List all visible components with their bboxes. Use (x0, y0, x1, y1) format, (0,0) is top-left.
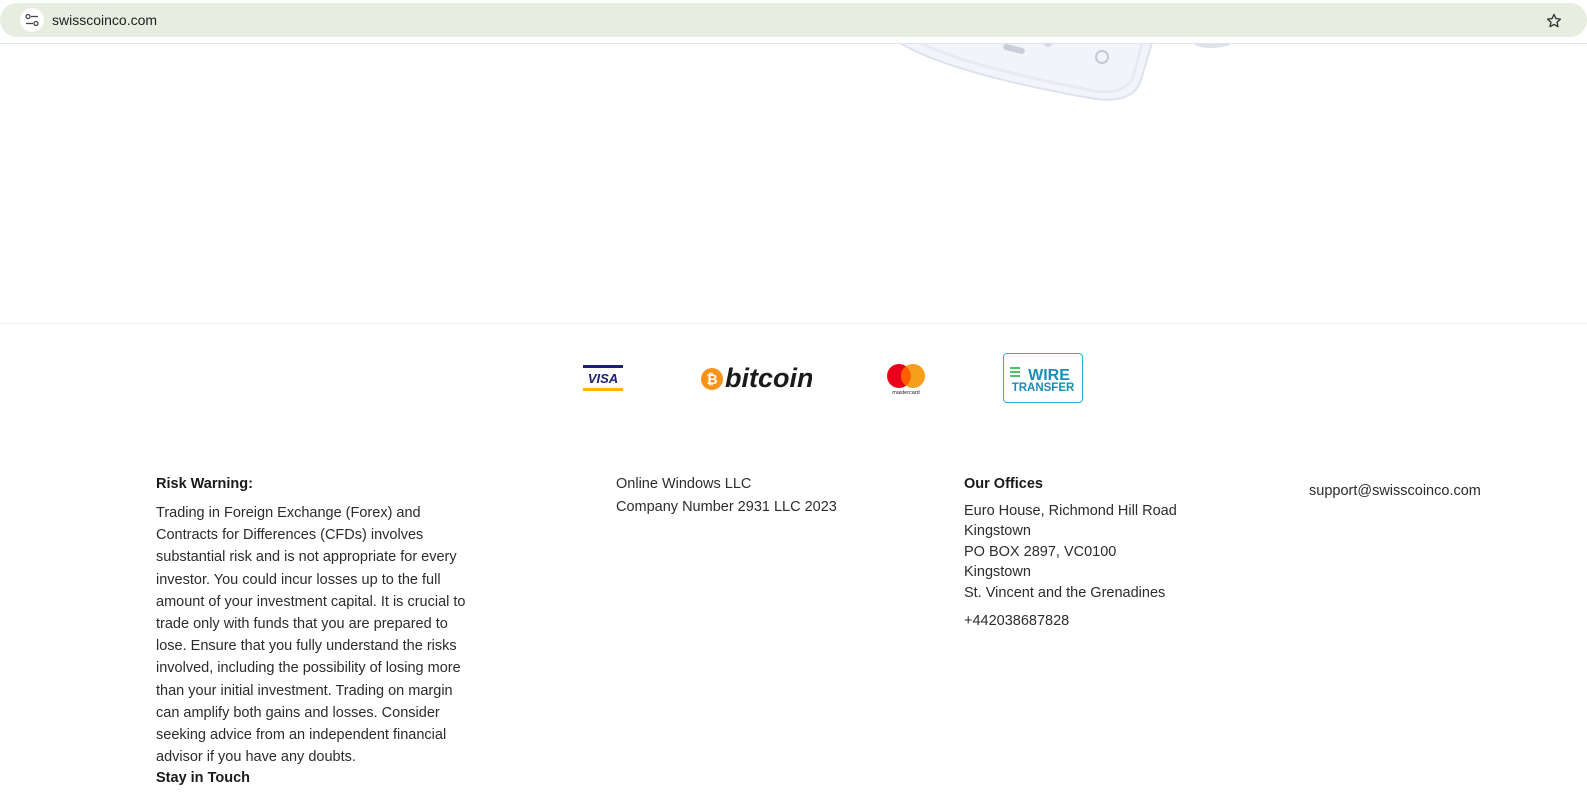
mastercard-text: mastercard (892, 390, 920, 396)
url-text[interactable]: swisscoinco.com (52, 12, 157, 28)
site-info-icon[interactable] (20, 8, 44, 32)
bitcoin-logo: ₿ bitcoin (700, 362, 814, 394)
bitcoin-text: bitcoin (725, 363, 812, 393)
visa-logo: VISA (583, 365, 623, 393)
visa-bottom-stripe (583, 388, 623, 391)
wire-transfer-logo: WIRE TRANSFER (1003, 353, 1083, 403)
mastercard-logo: mastercard (884, 362, 928, 396)
risk-warning-heading: Risk Warning: (156, 476, 253, 492)
address-line: PO BOX 2897, VC0100 (964, 543, 1117, 560)
company-info: Online Windows LLC Company Number 2931 L… (616, 473, 837, 519)
stay-in-touch-heading: Stay in Touch (156, 770, 250, 786)
support-email-link[interactable]: support@swisscoinco.com (1309, 480, 1481, 502)
phone-illustration (898, 43, 1231, 101)
address-line: Euro House, Richmond Hill Road (964, 503, 1177, 519)
address-bar[interactable]: swisscoinco.com (0, 3, 1587, 37)
address-line: Kingstown (964, 564, 1031, 581)
visa-top-stripe (583, 365, 623, 368)
transfer-text: TRANSFER (1012, 382, 1075, 394)
section-divider (0, 323, 1587, 324)
address-line: St. Vincent and the Grenadines (964, 584, 1166, 601)
company-number: Company Number 2931 LLC 2023 (616, 499, 837, 515)
risk-warning-text: Trading in Foreign Exchange (Forex) and … (156, 505, 466, 766)
bookmark-star-icon[interactable] (1545, 12, 1563, 30)
browser-toolbar: swisscoinco.com (0, 0, 1587, 44)
phone-number[interactable]: +442038687828 (964, 610, 1069, 632)
office-address: Euro House, Richmond Hill Road Kingstown… (964, 501, 1177, 603)
svg-text:₿: ₿ (706, 371, 717, 387)
visa-text: VISA (588, 371, 618, 386)
address-line: Kingstown (964, 523, 1031, 540)
our-offices-heading: Our Offices (964, 476, 1043, 492)
company-name: Online Windows LLC (616, 476, 752, 492)
